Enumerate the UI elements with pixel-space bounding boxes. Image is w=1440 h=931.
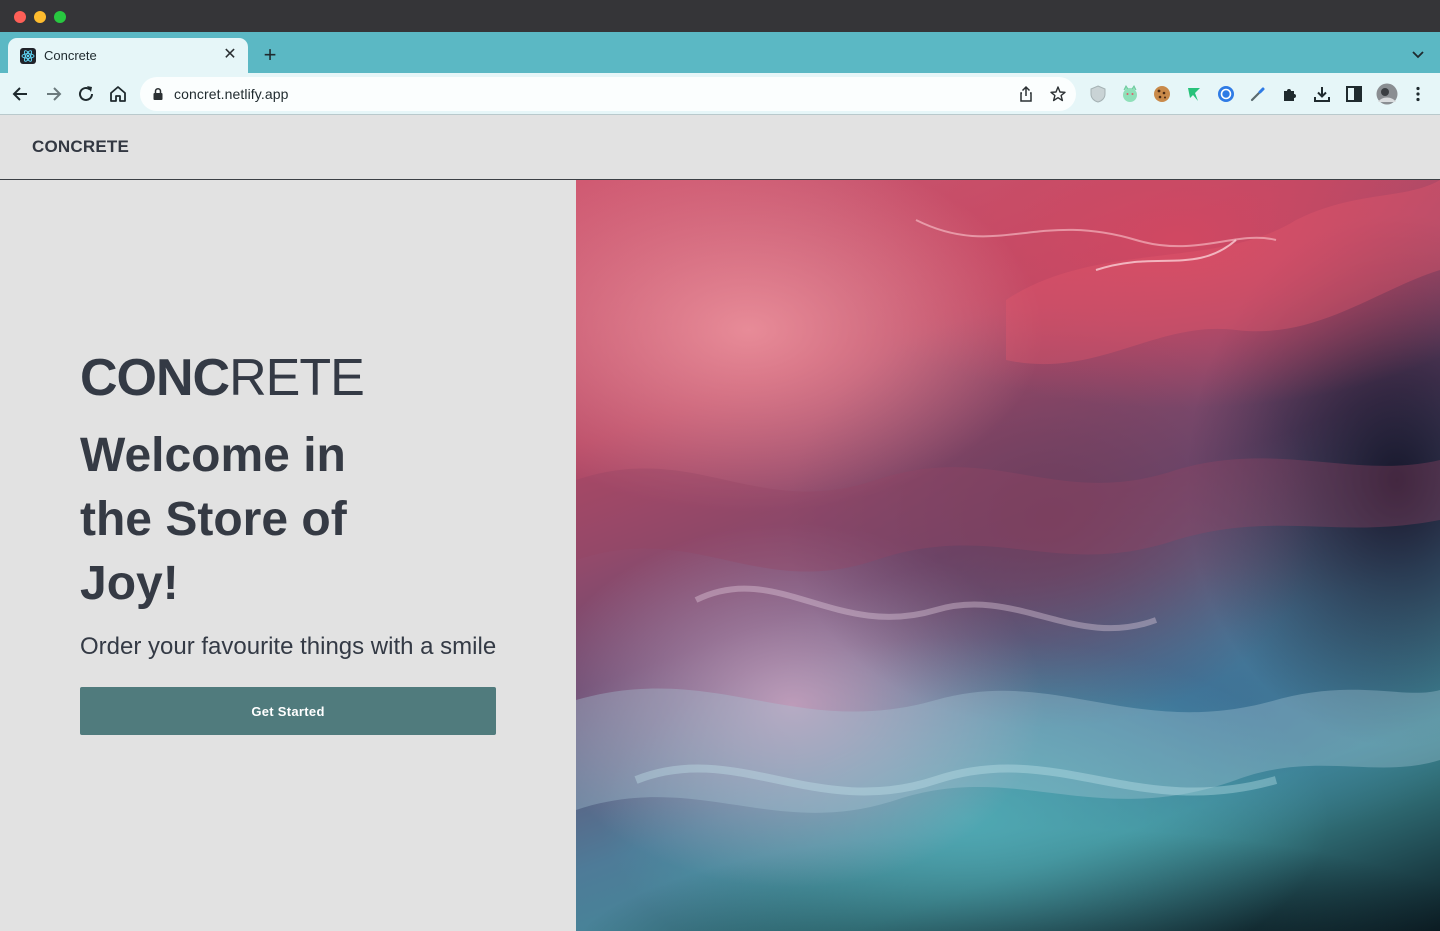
- home-icon[interactable]: [107, 83, 129, 105]
- close-window-button[interactable]: [14, 11, 26, 23]
- arrow-left-icon[interactable]: [10, 83, 32, 105]
- tab-title: Concrete: [44, 48, 97, 63]
- get-started-button[interactable]: Get Started: [80, 687, 496, 735]
- brand-light-part: RETE: [229, 349, 365, 407]
- hero-tagline: Order your favourite things with a smile: [80, 633, 497, 660]
- avatar-icon[interactable]: [1376, 83, 1398, 105]
- minimize-window-button[interactable]: [34, 11, 46, 23]
- cat-extension-icon[interactable]: [1120, 84, 1140, 104]
- share-icon[interactable]: [1017, 85, 1035, 103]
- plus-icon[interactable]: +: [258, 44, 282, 68]
- tab-concrete[interactable]: Concrete ✕: [8, 38, 248, 73]
- download-icon[interactable]: [1312, 84, 1332, 104]
- browser-toolbar: concret.netlify.app: [0, 73, 1440, 115]
- kebab-menu-icon[interactable]: [1408, 84, 1428, 104]
- green-extension-icon[interactable]: [1184, 84, 1204, 104]
- address-bar[interactable]: concret.netlify.app: [140, 77, 1076, 111]
- site-header: CONCRETE: [0, 116, 1440, 180]
- site-logo[interactable]: CONCRETE: [32, 137, 129, 157]
- url-text[interactable]: concret.netlify.app: [174, 86, 288, 102]
- lock-icon[interactable]: [152, 87, 164, 101]
- reload-icon[interactable]: [75, 83, 97, 105]
- blue-circle-extension-icon[interactable]: [1216, 84, 1236, 104]
- puzzle-icon[interactable]: [1280, 84, 1300, 104]
- window-titlebar: [0, 0, 1440, 32]
- chevron-down-icon[interactable]: [1410, 46, 1426, 62]
- hero-texture: [576, 180, 1440, 813]
- brand-wordmark: CONCRETE: [80, 348, 365, 408]
- eyedropper-extension-icon[interactable]: [1248, 84, 1268, 104]
- react-atom-icon: [20, 48, 36, 64]
- sidepanel-icon[interactable]: [1344, 84, 1364, 104]
- hero-image: [576, 180, 1440, 931]
- star-icon[interactable]: [1049, 85, 1067, 103]
- tab-strip: Concrete ✕ +: [0, 32, 1440, 73]
- shield-extension-icon[interactable]: [1088, 84, 1108, 104]
- arrow-right-icon[interactable]: [42, 83, 64, 105]
- cookie-extension-icon[interactable]: [1152, 84, 1172, 104]
- hero-headline: Welcome in the Store of Joy!: [80, 429, 347, 610]
- web-page: CONCRETE CONCRETE Welcome in the Store o…: [0, 116, 1440, 931]
- close-icon[interactable]: ✕: [220, 45, 240, 65]
- brand-bold-part: CONC: [80, 349, 230, 407]
- maximize-window-button[interactable]: [54, 11, 66, 23]
- hero-text-panel: CONCRETE Welcome in the Store of Joy! Or…: [0, 180, 576, 931]
